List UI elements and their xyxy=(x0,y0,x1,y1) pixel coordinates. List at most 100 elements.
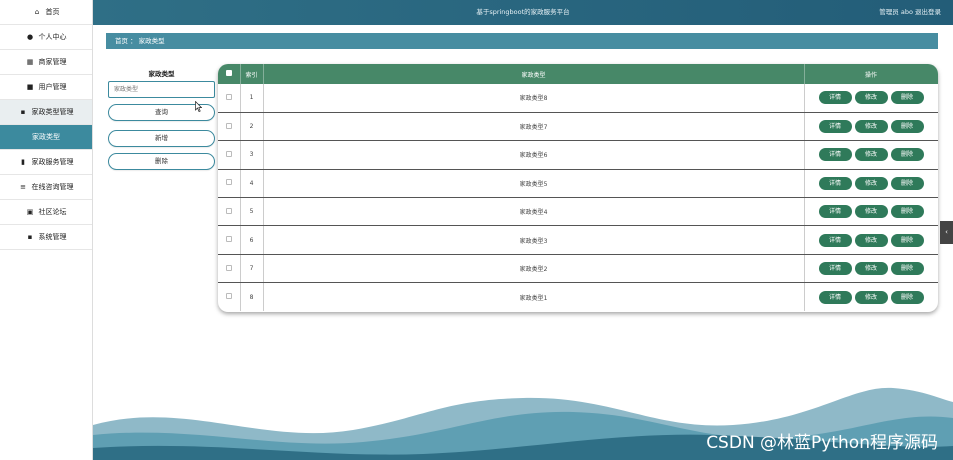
table-row[interactable]: 1 家政类型8 详情 修改 删除 xyxy=(218,84,938,113)
row-actions: 详情 修改 删除 xyxy=(804,254,938,284)
select-all-cell[interactable] xyxy=(218,64,241,84)
edit-button[interactable]: 修改 xyxy=(854,148,888,162)
row-actions: 详情 修改 删除 xyxy=(804,169,938,199)
top-header: 基于springboot的家政服务平台 管理员 abo 退出登录 xyxy=(93,0,953,25)
sidebar-item-label: 商家管理 xyxy=(38,58,67,66)
collapse-tab-chevron-icon[interactable]: ‹ xyxy=(940,221,953,244)
table-row[interactable]: 7 家政类型2 详情 修改 删除 xyxy=(218,254,938,284)
table-row[interactable]: 2 家政类型7 详情 修改 删除 xyxy=(218,112,938,142)
detail-button[interactable]: 详情 xyxy=(818,176,852,190)
detail-button[interactable]: 详情 xyxy=(818,233,852,247)
sidebar-item-label: 首页 xyxy=(45,8,60,16)
detail-button[interactable]: 详情 xyxy=(818,262,852,276)
row-actions: 详情 修改 删除 xyxy=(804,282,938,312)
row-checkbox[interactable] xyxy=(225,293,232,300)
row-type: 家政类型7 xyxy=(263,112,805,142)
search-label: 家政类型 xyxy=(148,70,175,78)
edit-button[interactable]: 修改 xyxy=(854,176,888,190)
row-type: 家政类型8 xyxy=(263,84,805,113)
sidebar-item-forum[interactable]: ▣ 社区论坛 xyxy=(0,200,92,225)
sidebar-item-merchants[interactable]: ▦ 商家管理 xyxy=(0,50,92,75)
grid-icon: ▪ xyxy=(20,108,26,116)
sidebar-item-service-type-management[interactable]: ▪ 家政类型管理 xyxy=(0,100,92,125)
row-checkbox[interactable] xyxy=(225,236,232,243)
table-row[interactable]: 6 家政类型3 详情 修改 删除 xyxy=(218,225,938,255)
row-checkbox[interactable] xyxy=(225,122,232,129)
system-icon: ▪ xyxy=(27,233,33,241)
row-index: 7 xyxy=(240,254,264,284)
table-row[interactable]: 4 家政类型5 详情 修改 删除 xyxy=(218,169,938,199)
delete-button[interactable]: 删除 xyxy=(108,153,215,170)
row-checkbox[interactable] xyxy=(225,207,232,214)
search-input[interactable] xyxy=(108,81,215,98)
sidebar-item-label: 家政服务管理 xyxy=(31,158,74,166)
sidebar-item-consultation[interactable]: ≡ 在线咨询管理 xyxy=(0,175,92,200)
edit-button[interactable]: 修改 xyxy=(854,233,888,247)
sidebar-item-system[interactable]: ▪ 系统管理 xyxy=(0,225,92,250)
edit-button[interactable]: 修改 xyxy=(854,205,888,219)
delete-row-button[interactable]: 删除 xyxy=(890,233,924,247)
detail-button[interactable]: 详情 xyxy=(818,290,852,304)
watermark-text: CSDN @林蓝Python程序源码 xyxy=(706,433,938,453)
row-index: 3 xyxy=(240,140,264,170)
edit-button[interactable]: 修改 xyxy=(854,262,888,276)
table-row[interactable]: 5 家政类型4 详情 修改 删除 xyxy=(218,197,938,227)
row-type: 家政类型1 xyxy=(263,282,805,312)
forum-icon: ▣ xyxy=(26,208,34,216)
column-header-actions: 操作 xyxy=(804,64,938,84)
table-row[interactable]: 8 家政类型1 详情 修改 删除 xyxy=(218,282,938,312)
detail-button[interactable]: 详情 xyxy=(818,120,852,134)
add-button[interactable]: 新增 xyxy=(108,130,215,147)
table-row[interactable]: 3 家政类型6 详情 修改 删除 xyxy=(218,140,938,170)
sidebar-item-label: 家政类型 xyxy=(32,133,60,141)
delete-row-button[interactable]: 删除 xyxy=(890,262,924,276)
edit-button[interactable]: 修改 xyxy=(854,290,888,304)
mouse-cursor-icon xyxy=(195,101,202,112)
user-info-logout[interactable]: 管理员 abo 退出登录 xyxy=(879,0,941,25)
breadcrumb: 首页 ： 家政类型 xyxy=(106,33,938,49)
detail-button[interactable]: 详情 xyxy=(818,148,852,162)
store-icon: ▦ xyxy=(26,58,34,66)
sidebar-item-users[interactable]: ■ 用户管理 xyxy=(0,75,92,100)
row-checkbox[interactable] xyxy=(225,264,232,271)
sidebar-item-label: 社区论坛 xyxy=(38,208,67,216)
list-icon: ≡ xyxy=(20,183,26,191)
sidebar-item-home[interactable]: ⌂ 首页 xyxy=(0,0,92,25)
sidebar-item-label: 在线咨询管理 xyxy=(31,183,74,191)
row-index: 6 xyxy=(240,225,264,255)
row-type: 家政类型3 xyxy=(263,225,805,255)
row-checkbox[interactable] xyxy=(225,179,232,186)
detail-button[interactable]: 详情 xyxy=(818,91,852,105)
data-table: 索引 家政类型 操作 1 家政类型8 详情 修改 删除 2 家政类型7 详情 修改 删除 xyxy=(218,64,938,312)
app-title: 基于springboot的家政服务平台 xyxy=(476,8,570,16)
row-checkbox[interactable] xyxy=(225,150,232,157)
delete-row-button[interactable]: 删除 xyxy=(890,120,924,134)
sidebar-item-profile[interactable]: ● 个人中心 xyxy=(0,25,92,50)
delete-row-button[interactable]: 删除 xyxy=(890,205,924,219)
delete-row-button[interactable]: 删除 xyxy=(890,148,924,162)
row-type: 家政类型5 xyxy=(263,169,805,199)
column-header-index[interactable]: 索引 xyxy=(240,64,264,84)
column-header-type[interactable]: 家政类型 xyxy=(263,64,805,84)
row-actions: 详情 修改 删除 xyxy=(804,225,938,255)
chart-icon: ▮ xyxy=(21,158,25,166)
row-index: 1 xyxy=(240,84,264,113)
sidebar-item-service-type[interactable]: 家政类型 xyxy=(0,125,92,150)
select-all-checkbox[interactable] xyxy=(225,70,232,76)
delete-row-button[interactable]: 删除 xyxy=(890,91,924,105)
row-index: 4 xyxy=(240,169,264,199)
row-index: 5 xyxy=(240,197,264,227)
sidebar-item-label: 家政类型管理 xyxy=(31,108,74,116)
edit-button[interactable]: 修改 xyxy=(854,120,888,134)
detail-button[interactable]: 详情 xyxy=(818,205,852,219)
home-icon: ⌂ xyxy=(34,8,40,16)
row-type: 家政类型4 xyxy=(263,197,805,227)
delete-row-button[interactable]: 删除 xyxy=(890,176,924,190)
edit-button[interactable]: 修改 xyxy=(854,91,888,105)
sidebar-item-service-management[interactable]: ▮ 家政服务管理 xyxy=(0,150,92,175)
delete-row-button[interactable]: 删除 xyxy=(890,290,924,304)
row-checkbox[interactable] xyxy=(225,93,232,100)
row-type: 家政类型6 xyxy=(263,140,805,170)
row-index: 8 xyxy=(240,282,264,312)
sidebar: ⌂ 首页 ● 个人中心 ▦ 商家管理 ■ 用户管理 ▪ 家政类型管理 家政类型 … xyxy=(0,0,93,460)
